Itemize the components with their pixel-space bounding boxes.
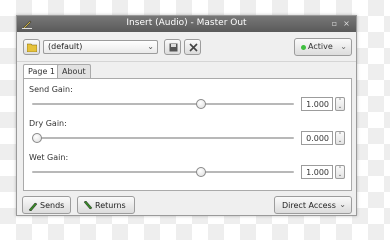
tab-about[interactable]: About bbox=[57, 64, 91, 78]
folder-icon bbox=[27, 43, 37, 52]
spin-arrows-icon[interactable]: ⌃ ⌄ bbox=[335, 165, 345, 179]
slider-track[interactable] bbox=[32, 171, 294, 173]
close-icon bbox=[189, 43, 198, 52]
close-window-icon[interactable]: × bbox=[342, 19, 351, 28]
tab-page-1[interactable]: Page 1 bbox=[23, 64, 60, 79]
control-label: Dry Gain: bbox=[29, 119, 67, 128]
returns-label: Returns bbox=[95, 201, 126, 210]
preset-select[interactable]: (default) ⌄ bbox=[43, 40, 158, 54]
direct-access-label: Direct Access bbox=[282, 201, 336, 210]
value-field[interactable]: 1.000 bbox=[301, 97, 333, 111]
sends-label: Sends bbox=[40, 201, 65, 210]
value-field[interactable]: 1.000 bbox=[301, 165, 333, 179]
pencil-icon bbox=[83, 201, 93, 210]
pencil-icon bbox=[28, 202, 38, 211]
maximize-icon[interactable]: ▫ bbox=[330, 19, 339, 28]
chevron-down-icon: ⌄ bbox=[339, 200, 346, 209]
title-bar[interactable]: Insert (Audio) - Master Out ▫ × bbox=[17, 16, 356, 32]
save-icon bbox=[169, 43, 178, 52]
toolbar: (default) ⌄ Active ⌄ bbox=[17, 33, 356, 62]
chevron-down-icon: ⌄ bbox=[147, 42, 154, 51]
control-label: Send Gain: bbox=[29, 85, 73, 94]
spin-arrows-icon[interactable]: ⌃ ⌄ bbox=[335, 131, 345, 145]
slider-track[interactable] bbox=[32, 137, 294, 139]
save-preset-button[interactable] bbox=[164, 39, 181, 55]
open-preset-button[interactable] bbox=[23, 39, 40, 55]
control-label: Wet Gain: bbox=[29, 153, 69, 162]
slider-track[interactable] bbox=[32, 103, 294, 105]
bottom-bar: Sends Returns Direct Access ⌄ bbox=[17, 192, 356, 216]
chevron-down-icon: ⌄ bbox=[340, 42, 347, 51]
slider-handle[interactable] bbox=[195, 167, 206, 177]
active-toggle[interactable]: Active ⌄ bbox=[294, 38, 352, 56]
active-label: Active bbox=[308, 42, 333, 51]
slider-handle[interactable] bbox=[32, 133, 42, 143]
value-field[interactable]: 0.000 bbox=[301, 131, 333, 145]
delete-preset-button[interactable] bbox=[184, 39, 201, 55]
window-title: Insert (Audio) - Master Out bbox=[126, 18, 247, 28]
spin-arrows-icon[interactable]: ⌃ ⌄ bbox=[335, 97, 345, 111]
preset-select-value: (default) bbox=[48, 42, 83, 51]
returns-button[interactable]: Returns bbox=[77, 196, 135, 214]
controls-page: Send Gain: 1.000 ⌃ ⌄ Dry Gain: 0.000 ⌃ ⌄ W… bbox=[23, 78, 352, 191]
direct-access-select[interactable]: Direct Access ⌄ bbox=[274, 196, 352, 214]
active-indicator-icon bbox=[301, 45, 306, 50]
sends-button[interactable]: Sends bbox=[22, 196, 71, 214]
slider-handle[interactable] bbox=[195, 99, 206, 109]
plugin-window: Insert (Audio) - Master Out ▫ × (default… bbox=[16, 15, 357, 216]
